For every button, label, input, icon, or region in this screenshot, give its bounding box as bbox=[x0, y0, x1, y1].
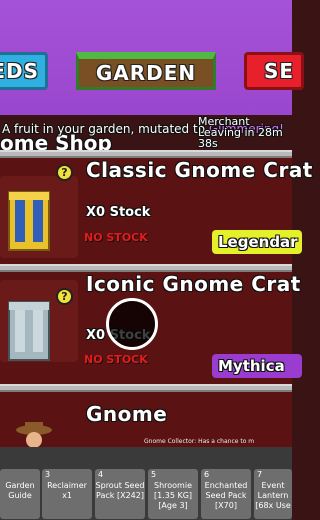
touch-cursor-indicator bbox=[106, 298, 158, 350]
info-icon[interactable]: ? bbox=[56, 164, 73, 181]
notification-text: A fruit in your garden, mutated to bbox=[2, 122, 209, 136]
rarity-badge: Mythica bbox=[212, 354, 302, 378]
slot-number: 3 bbox=[45, 470, 51, 479]
item-name: Classic Gnome Crat bbox=[86, 158, 313, 182]
slot-label: Garden Guide bbox=[5, 481, 35, 500]
stock-count: X0 Stock bbox=[86, 205, 151, 220]
slot-number: 6 bbox=[204, 470, 210, 479]
hotbar-slot-event-lantern[interactable]: 7 Event Lantern [68x Use bbox=[254, 469, 292, 519]
shop-item-classic-gnome-crate[interactable]: Classic Gnome Crat ? X0 Stock NO STOCK L… bbox=[0, 158, 312, 264]
stock-status: NO STOCK bbox=[84, 353, 148, 366]
hotbar-slot-reclaimer[interactable]: 3 Reclaimer x1 bbox=[42, 469, 92, 519]
hotbar-slot-shroomie[interactable]: 5 Shroomie [1.35 KG] [Age 3] bbox=[148, 469, 198, 519]
top-nav-bar: EDS GARDEN SE bbox=[0, 0, 304, 115]
gnome-caption: Gnome Collector: Has a chance to m bbox=[144, 438, 255, 445]
merchant-timer: Merchant Leaving in 28m 38s bbox=[198, 116, 283, 149]
hotbar-slot-sprout-seed-pack[interactable]: 4 Sprout Seed Pack [X242] bbox=[95, 469, 145, 519]
item-name: Gnome bbox=[86, 402, 168, 426]
seeds-button[interactable]: EDS bbox=[0, 52, 48, 90]
garden-button[interactable]: GARDEN bbox=[76, 52, 216, 90]
slot-number: 5 bbox=[151, 470, 157, 479]
item-name: Iconic Gnome Crat bbox=[86, 272, 301, 296]
item-image bbox=[0, 176, 78, 258]
rarity-badge: Legendar bbox=[212, 230, 302, 254]
slot-number: 4 bbox=[98, 470, 104, 479]
divider bbox=[0, 150, 292, 158]
stock-status: NO STOCK bbox=[84, 231, 148, 244]
divider bbox=[0, 264, 292, 272]
hotbar: Garden Guide 3 Reclaimer x1 4 Sprout See… bbox=[0, 447, 292, 520]
sell-button[interactable]: SE bbox=[244, 52, 304, 90]
info-icon[interactable]: ? bbox=[56, 288, 73, 305]
shop-item-gnome[interactable]: Gnome Gnome Collector: Has a chance to m bbox=[0, 392, 292, 452]
hotbar-slot-garden-guide[interactable]: Garden Guide bbox=[0, 469, 40, 519]
hotbar-slot-enchanted-seed-pack[interactable]: 6 Enchanted Seed Pack [X70] bbox=[201, 469, 251, 519]
merchant-seconds: 38s bbox=[198, 137, 218, 150]
slot-number: 7 bbox=[257, 470, 263, 479]
crate-icon bbox=[8, 191, 50, 251]
divider bbox=[0, 384, 292, 392]
